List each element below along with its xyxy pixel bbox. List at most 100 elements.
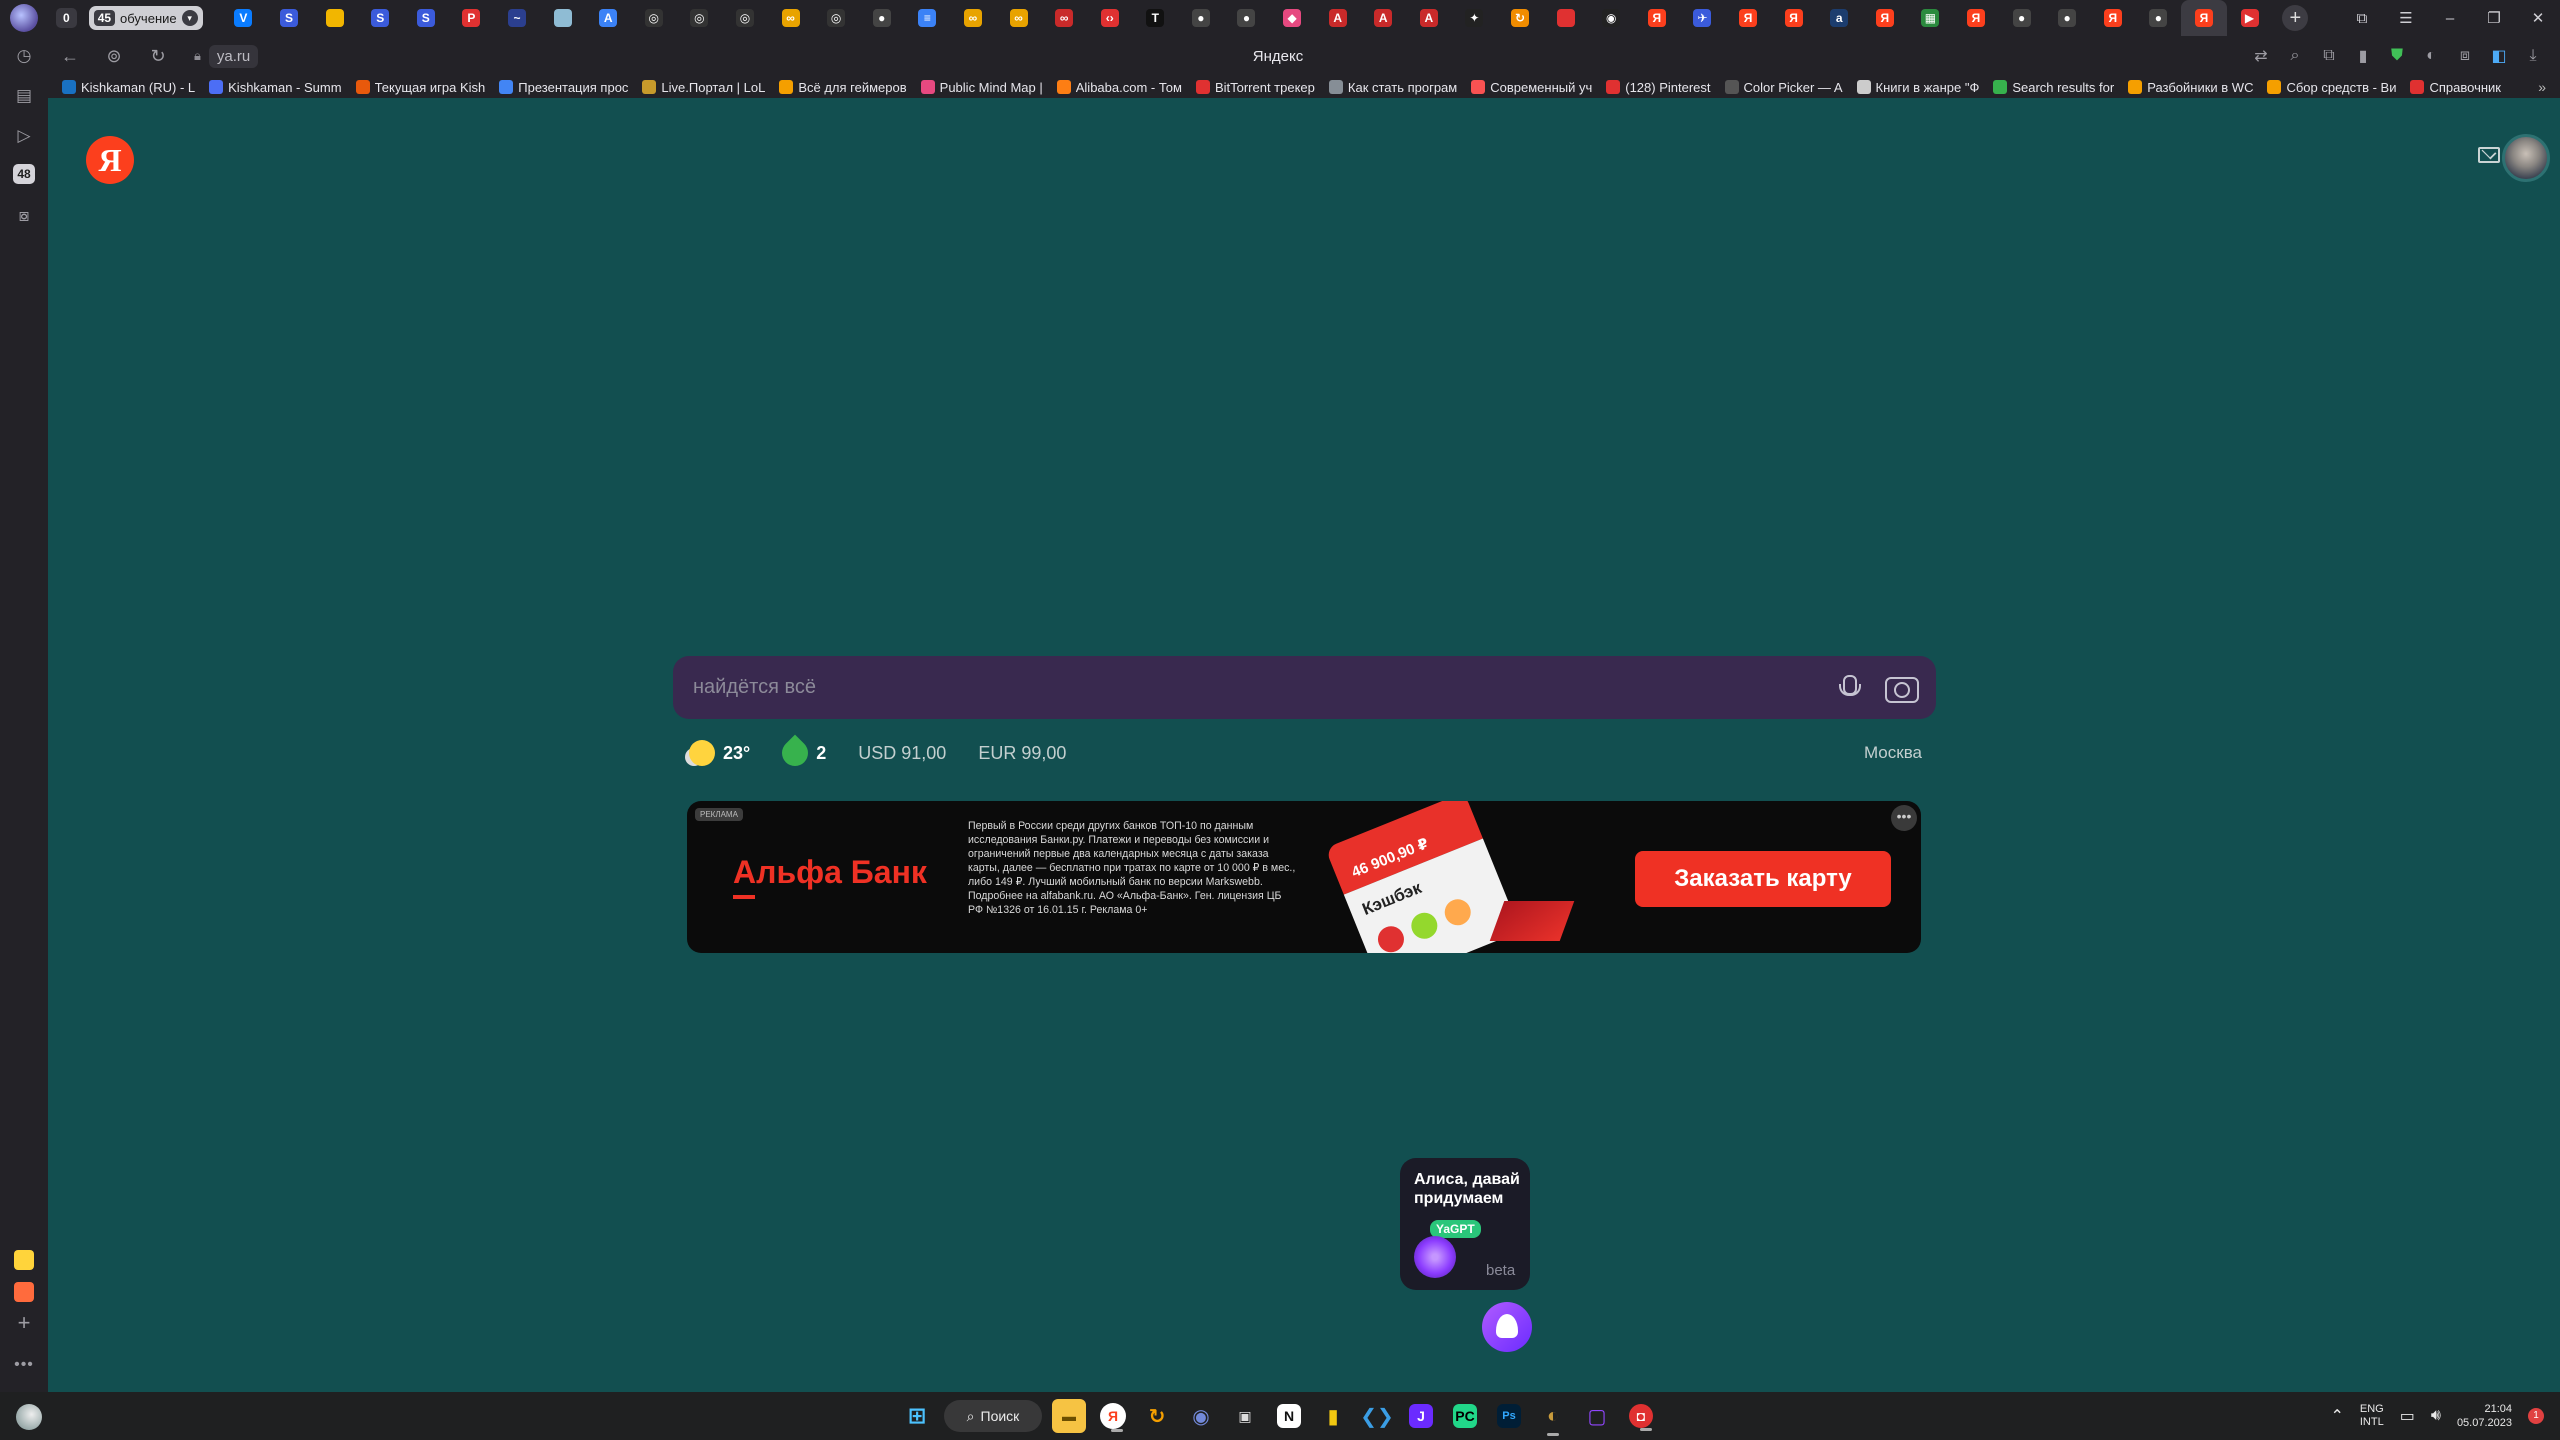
bookmark-item[interactable]: Справочник bbox=[2410, 80, 2501, 95]
powerbi-icon[interactable]: ▮ bbox=[1316, 1399, 1350, 1433]
browser-tab[interactable]: ~ bbox=[494, 0, 540, 36]
browser-tab[interactable]: ● bbox=[2136, 0, 2182, 36]
browser-tab[interactable]: Я bbox=[1634, 0, 1680, 36]
browser-tab[interactable]: ↻ bbox=[1497, 0, 1543, 36]
start-button[interactable]: ⊞ bbox=[900, 1399, 934, 1433]
browser-tab[interactable]: ✈ bbox=[1680, 0, 1726, 36]
browser-tab[interactable]: ∞ bbox=[950, 0, 996, 36]
city-link[interactable]: Москва bbox=[1864, 743, 1922, 763]
taskbar-search[interactable]: ⌕ Поиск bbox=[944, 1400, 1042, 1432]
chevron-up-icon[interactable]: ⌃ bbox=[2330, 1406, 2343, 1426]
translate-icon[interactable]: ⇄ bbox=[2244, 46, 2278, 66]
camera-icon[interactable] bbox=[1884, 672, 1919, 704]
clock[interactable]: 21:04 05.07.2023 bbox=[2457, 1402, 2512, 1430]
bookmark-item[interactable]: Презентация прос bbox=[499, 80, 628, 95]
language-indicator[interactable]: ENG INTL bbox=[2360, 1403, 2384, 1429]
chevron-down-icon[interactable]: ▾ bbox=[181, 10, 198, 26]
more-options-icon[interactable]: ••• bbox=[1891, 805, 1917, 831]
browser-tab[interactable]: Я bbox=[1862, 0, 1908, 36]
browser-tab[interactable]: A bbox=[585, 0, 631, 36]
vscode-icon[interactable]: ❮❯ bbox=[1360, 1399, 1394, 1433]
lock-icon[interactable]: 🔒︎ bbox=[194, 48, 201, 64]
browser-tab[interactable]: A bbox=[1315, 0, 1361, 36]
browser-tab[interactable]: ● bbox=[2044, 0, 2090, 36]
more-icon[interactable]: ••• bbox=[12, 1356, 36, 1374]
browser-tab[interactable]: ◎ bbox=[722, 0, 768, 36]
browser-tab[interactable] bbox=[312, 0, 358, 36]
bookmarks-overflow-icon[interactable]: » bbox=[2538, 79, 2546, 95]
add-panel-icon[interactable]: + bbox=[12, 1312, 36, 1336]
browser-tab[interactable]: S bbox=[403, 0, 449, 36]
browser-tab[interactable]: S bbox=[266, 0, 312, 36]
eur-rate[interactable]: EUR 99,00 bbox=[978, 743, 1066, 764]
browser-tab[interactable]: Я bbox=[1771, 0, 1817, 36]
browser-tab[interactable]: V bbox=[221, 0, 267, 36]
menu-icon[interactable]: ☰ bbox=[2384, 9, 2428, 27]
browser-tab[interactable]: S bbox=[357, 0, 403, 36]
notes-app-icon[interactable] bbox=[14, 1250, 34, 1270]
play-icon[interactable]: ▷ bbox=[12, 124, 36, 148]
avatar[interactable] bbox=[2502, 134, 2550, 182]
notion-icon[interactable]: N bbox=[1277, 1404, 1301, 1428]
league-client-icon[interactable]: ◐ bbox=[1536, 1399, 1570, 1436]
sphere-app-icon[interactable] bbox=[14, 1282, 34, 1302]
browser-tab[interactable] bbox=[540, 0, 586, 36]
mail-icon[interactable] bbox=[2478, 147, 2500, 163]
counter-badge-icon[interactable]: 48 bbox=[13, 164, 35, 184]
browser-profile-icon[interactable] bbox=[10, 4, 38, 32]
yandex-browser-icon[interactable]: Я bbox=[1100, 1403, 1126, 1432]
restore-button[interactable]: ❐ bbox=[2472, 9, 2516, 27]
red-app-icon[interactable]: ◘ bbox=[1629, 1404, 1653, 1431]
browser-tab[interactable]: ● bbox=[1178, 0, 1224, 36]
bookmark-item[interactable]: Книги в жанре "Ф bbox=[1856, 80, 1979, 95]
browser-tab[interactable]: Я bbox=[2090, 0, 2136, 36]
alice-card[interactable]: Алиса, давай придумаем YaGPT beta bbox=[1400, 1158, 1530, 1290]
browser-tab[interactable]: P bbox=[449, 0, 495, 36]
browser-tab[interactable]: Я bbox=[2181, 0, 2227, 36]
browser-tab[interactable]: a bbox=[1816, 0, 1862, 36]
bookmark-item[interactable]: Live.Портал | LoL bbox=[642, 80, 765, 95]
browser-tab[interactable]: ▶ bbox=[2227, 0, 2273, 36]
download-icon[interactable]: ⤓ bbox=[2516, 47, 2550, 65]
minimize-button[interactable]: – bbox=[2428, 10, 2472, 27]
browser-tab[interactable]: A bbox=[1406, 0, 1452, 36]
browser-tab[interactable]: ∞ bbox=[996, 0, 1042, 36]
network-icon[interactable]: ▭ bbox=[2400, 1406, 2415, 1426]
screen-tool-icon[interactable]: ▣ bbox=[1228, 1399, 1262, 1433]
extension-icon[interactable]: ◐ bbox=[2414, 47, 2448, 65]
back-icon[interactable]: ← bbox=[48, 46, 92, 67]
adblock-icon[interactable]: ⛊ bbox=[2380, 47, 2414, 65]
bookmark-item[interactable]: Современный уч bbox=[1471, 80, 1592, 95]
bookmark-item[interactable]: Текущая игра Kish bbox=[355, 80, 485, 95]
reader-icon[interactable]: ⌕ bbox=[2278, 47, 2312, 65]
yandex-logo[interactable]: Я bbox=[86, 136, 134, 184]
photoshop-icon[interactable]: Ps bbox=[1497, 1404, 1521, 1428]
new-tab-button[interactable]: + bbox=[2282, 5, 2309, 31]
browser-tab[interactable]: ≡ bbox=[905, 0, 951, 36]
notification-badge[interactable]: 1 bbox=[2528, 1408, 2544, 1424]
file-explorer-icon[interactable]: ▬ bbox=[1052, 1399, 1086, 1433]
protect-icon[interactable]: ⊚ bbox=[92, 46, 136, 67]
browser-tab[interactable]: A bbox=[1360, 0, 1406, 36]
browser-tab[interactable]: ◎ bbox=[631, 0, 677, 36]
collections-icon[interactable]: ⧉ bbox=[2340, 10, 2384, 27]
bookmark-item[interactable]: Search results for bbox=[1993, 80, 2114, 95]
reload-icon[interactable]: ↻ bbox=[136, 46, 180, 67]
browser-tab[interactable]: ● bbox=[1224, 0, 1270, 36]
browser-tab[interactable]: T bbox=[1133, 0, 1179, 36]
browser-tab[interactable]: ✦ bbox=[1452, 0, 1498, 36]
bookmark-item[interactable]: Color Picker — A bbox=[1724, 80, 1843, 95]
bookmark-item[interactable]: Alibaba.com - Том bbox=[1056, 80, 1182, 95]
weather-informer[interactable]: 23° bbox=[689, 740, 750, 766]
bookmark-item[interactable]: Как стать програм bbox=[1328, 80, 1457, 95]
browser-tab[interactable]: ◎ bbox=[677, 0, 723, 36]
browser-tab[interactable]: ● bbox=[1999, 0, 2045, 36]
browser-tab[interactable]: Я bbox=[1953, 0, 1999, 36]
bookmark-item[interactable]: BitTorrent трекер bbox=[1195, 80, 1315, 95]
browser-tab[interactable]: ∞ bbox=[1041, 0, 1087, 36]
profile-extension-icon[interactable]: ◧ bbox=[2482, 46, 2516, 66]
traffic-informer[interactable]: 2 bbox=[776, 734, 826, 772]
bookmark-item[interactable]: Всё для геймеров bbox=[779, 80, 907, 95]
search-input[interactable]: найдётся всё bbox=[693, 676, 1834, 699]
refresh-app-icon[interactable]: ↻ bbox=[1140, 1399, 1174, 1433]
